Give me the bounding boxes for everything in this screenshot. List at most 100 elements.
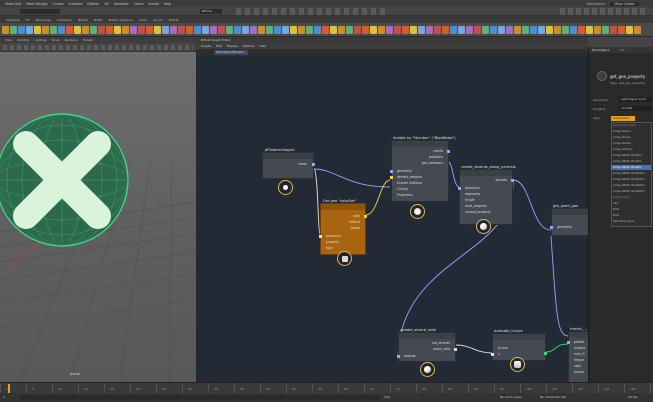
bif-menu-options[interactable]: Options <box>243 44 255 48</box>
type-option[interactable]: array<bool> <box>611 129 651 134</box>
shelf-tool-icon[interactable] <box>434 26 441 34</box>
status-right-icons[interactable] <box>560 8 645 15</box>
bifrost-graph-canvas[interactable]: pPlatonicShape1 mesh Scatter by "Number"… <box>196 56 588 382</box>
shelf-tool-icon[interactable] <box>610 26 617 34</box>
shelf-tool-icon[interactable] <box>370 26 377 34</box>
shelf-tool-icon[interactable] <box>138 26 145 34</box>
pin-geometry-in[interactable] <box>390 170 393 173</box>
camera-field[interactable]: Bifrost <box>200 9 222 14</box>
shelf-tool-icon[interactable] <box>122 26 129 34</box>
pin-data-out[interactable] <box>364 215 367 218</box>
type-option[interactable]: Object Type <box>611 195 651 200</box>
shelf-tool-icon[interactable] <box>378 26 385 34</box>
shelf-tool-icon[interactable] <box>130 26 137 34</box>
viewport-toolbar-icons[interactable] <box>3 45 193 50</box>
menu-show-grid[interactable]: Show Grid <box>5 2 21 6</box>
shelf-tool-icon[interactable] <box>634 26 641 34</box>
pin-density-in[interactable] <box>390 176 393 179</box>
fps-dropdown[interactable]: 24 fps <box>628 395 637 399</box>
vp-menu-panels[interactable]: Panels <box>83 38 93 42</box>
type-option[interactable]: array<float> <box>611 141 651 146</box>
type-option[interactable]: uint <box>611 201 651 206</box>
shelf-tool-icon[interactable] <box>306 26 313 34</box>
graph-tab[interactable]: bifrostGraphShape1 <box>214 50 248 55</box>
shelf-tool-icon[interactable] <box>186 26 193 34</box>
shelf-tab-motion-graphics[interactable]: Motion Graphics <box>109 18 133 22</box>
shelf-tool-icon[interactable] <box>474 26 481 34</box>
range-slider[interactable] <box>20 395 380 400</box>
node-create-strands[interactable]: create_strands_along_normals strands geo… <box>458 165 516 225</box>
type-option-highlighted[interactable]: array<Math::float4> <box>611 165 651 170</box>
type-option[interactable]: array<Math::float3> <box>611 159 651 164</box>
shelf-tool-icon[interactable] <box>346 26 353 34</box>
shelf-tool-icon[interactable] <box>42 26 49 34</box>
shelf-tool-icon[interactable] <box>330 26 337 34</box>
menu-curves[interactable]: Curves <box>52 2 63 6</box>
shelf-tool-icon[interactable] <box>282 26 289 34</box>
shelf-tab-bifrost[interactable]: Bifrost <box>78 18 88 22</box>
vp-menu-view[interactable]: View <box>5 38 12 42</box>
shelf-tool-icon[interactable] <box>466 26 473 34</box>
menu-uv[interactable]: UV <box>104 2 109 6</box>
shelf-tool-icon[interactable] <box>490 26 497 34</box>
shelf-tool-icon[interactable] <box>26 26 33 34</box>
shelf-tab-rendering[interactable]: Rendering <box>35 18 50 22</box>
viewport-3d[interactable]: persp <box>0 52 196 382</box>
shelf-tool-icon[interactable] <box>226 26 233 34</box>
pin-points-out[interactable] <box>447 150 450 153</box>
shelf-tab-fx[interactable]: FX <box>26 18 30 22</box>
shelf-tool-icon[interactable] <box>362 26 369 34</box>
bif-menu-create[interactable]: Create <box>201 44 211 48</box>
shelf-tab-xgen[interactable]: XGen <box>139 18 147 22</box>
shelf-tool-icon[interactable] <box>602 26 609 34</box>
shelf-tool-icon[interactable] <box>58 26 65 34</box>
shelf-tool-icon[interactable] <box>354 26 361 34</box>
shelf-tool-icon[interactable] <box>546 26 553 34</box>
geometry-field[interactable]: pgmShape1 Input <box>619 97 652 102</box>
character-set-dropdown[interactable]: No Character Set <box>540 395 566 399</box>
range-start[interactable]: 1 <box>3 395 5 399</box>
shelf-tool-icon[interactable] <box>442 26 449 34</box>
shelf-tab-modeling[interactable]: Modeling <box>6 18 20 22</box>
shelf-tool-icon[interactable] <box>538 26 545 34</box>
shelf-tool-icon[interactable] <box>242 26 249 34</box>
type-option[interactable]: float <box>611 207 651 212</box>
shelf-tool-icon[interactable] <box>394 26 401 34</box>
shelf-tool-icon[interactable] <box>530 26 537 34</box>
pin-geometry-in[interactable] <box>458 187 461 190</box>
shelf-tool-icon[interactable] <box>498 26 505 34</box>
type-option[interactable]: array<Math::float4x4> <box>611 183 651 188</box>
menu-arnold[interactable]: Arnold <box>149 2 159 6</box>
shelf-tool-icon[interactable] <box>154 26 161 34</box>
type-option[interactable]: array<Math::float3x3> <box>611 177 651 182</box>
vp-menu-show[interactable]: Show <box>51 38 59 42</box>
node-platonic-shape[interactable]: pPlatonicShape1 mesh <box>262 148 315 179</box>
shelf-tool-icon[interactable] <box>18 26 25 34</box>
bif-menu-edit[interactable]: Edit <box>216 44 222 48</box>
shelf-tool-icon[interactable] <box>514 26 521 34</box>
shelf-tool-icon[interactable] <box>90 26 97 34</box>
type-option[interactable]: Unresolved Type <box>611 123 651 128</box>
type-option[interactable]: Set Value Type... <box>611 219 651 224</box>
shelf-tool-icon[interactable] <box>50 26 57 34</box>
shelf-tool-icon[interactable] <box>386 26 393 34</box>
shelf-tool-icon[interactable] <box>274 26 281 34</box>
workspace-dropdown[interactable]: Maya Classic <box>610 1 639 6</box>
shelf-tool-icon[interactable] <box>506 26 513 34</box>
shelf-tool-icon[interactable] <box>570 26 577 34</box>
shelf-tool-icon[interactable] <box>234 26 241 34</box>
shelf-tool-icon[interactable] <box>10 26 17 34</box>
tab-info[interactable]: Info <box>619 48 625 52</box>
menu-cache[interactable]: Cache <box>134 2 144 6</box>
type-dropdown[interactable]: Unresolved Type <box>611 116 635 124</box>
pin-strands-in[interactable] <box>397 355 400 358</box>
shelf-tool-icon[interactable] <box>258 26 265 34</box>
pin-result-out[interactable] <box>544 352 547 355</box>
vp-menu-lighting[interactable]: Lighting <box>34 38 46 42</box>
shelf-tool-icon[interactable] <box>450 26 457 34</box>
type-option[interactable]: array<Math::float2> <box>611 153 651 158</box>
shelf-tab-bifrost-2[interactable]: Bifrost <box>169 18 179 22</box>
type-option[interactable]: bool <box>611 213 651 218</box>
shelf-tool-icon[interactable] <box>266 26 273 34</box>
shelf-tool-icon[interactable] <box>250 26 257 34</box>
